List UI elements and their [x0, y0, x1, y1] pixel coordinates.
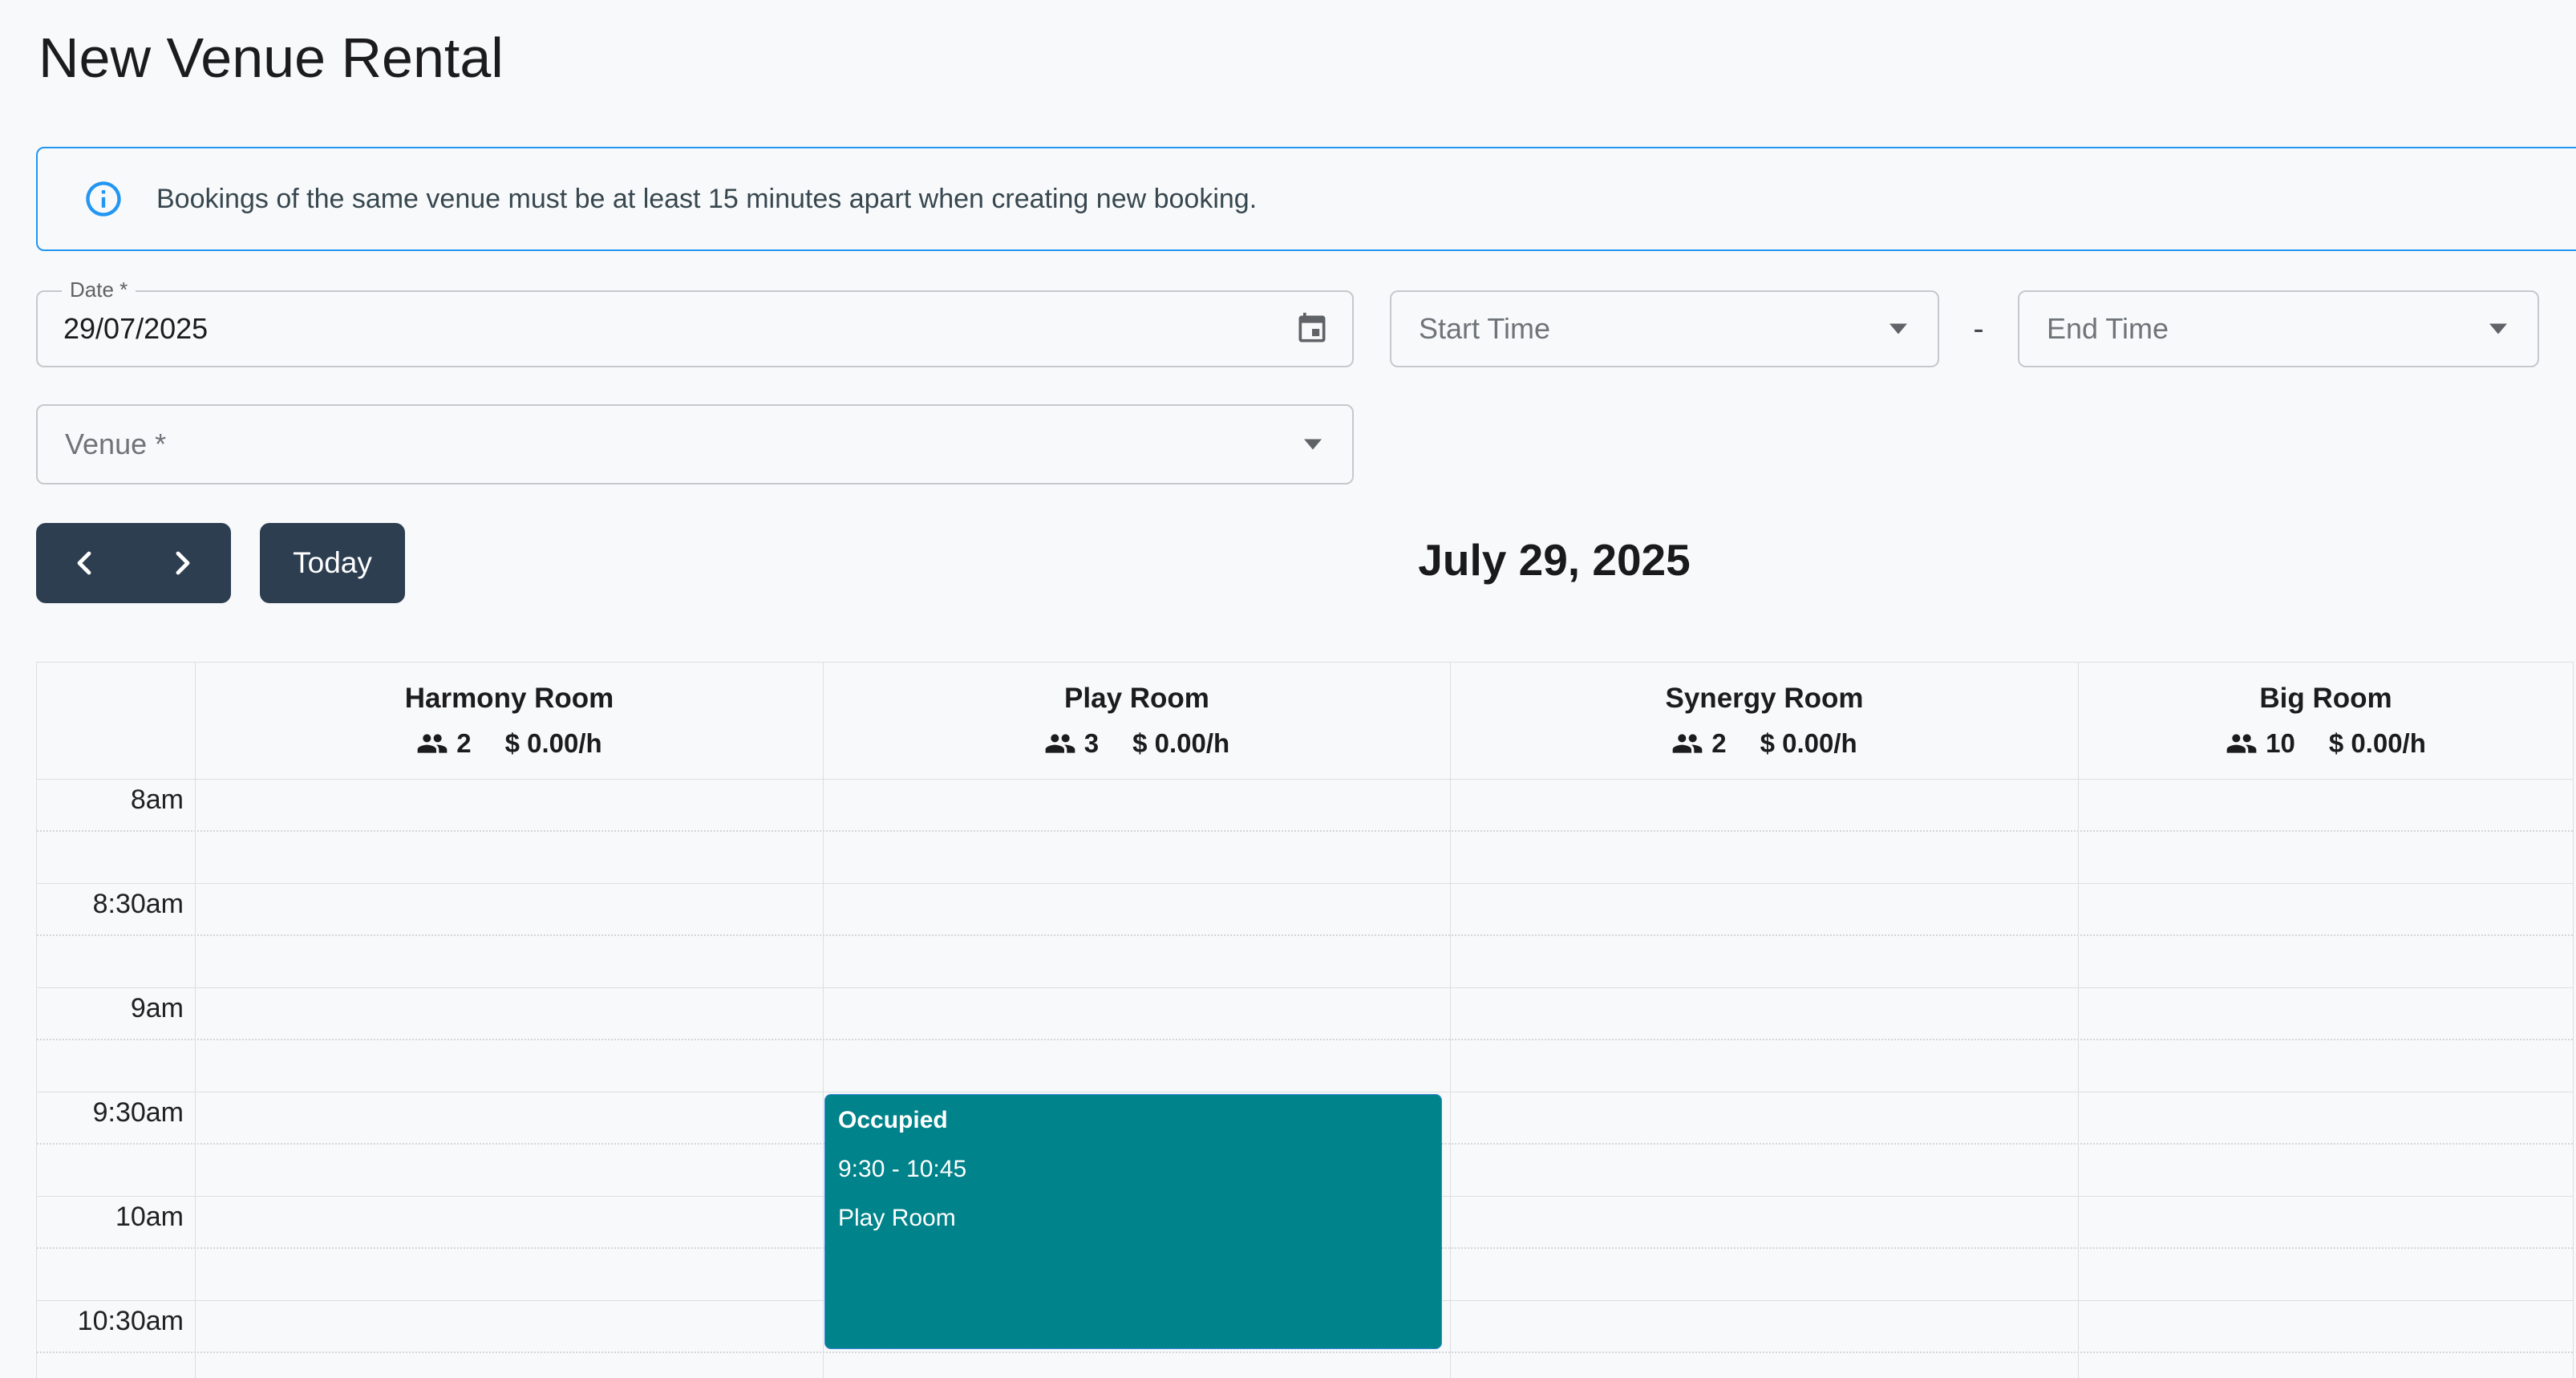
- time-label: 10:30am: [77, 1306, 184, 1336]
- timegrid-slot[interactable]: [37, 780, 2573, 884]
- room-capacity: 10: [2266, 728, 2295, 758]
- column-divider: [823, 780, 824, 1378]
- dropdown-arrow-icon: [2489, 323, 2507, 334]
- room-name: Synergy Room: [1665, 682, 1864, 714]
- column-divider: [195, 780, 196, 1378]
- booking-event-occupied[interactable]: Occupied 9:30 - 10:45 Play Room: [824, 1094, 1442, 1349]
- time-label: 8:30am: [92, 889, 184, 919]
- event-time: 9:30 - 10:45: [838, 1156, 967, 1182]
- time-label: 8am: [130, 784, 184, 815]
- column-divider: [2078, 780, 2079, 1378]
- banner-text: Bookings of the same venue must be at le…: [156, 183, 1258, 214]
- start-time-placeholder: Start Time: [1419, 312, 1551, 345]
- calendar-header-row: Harmony Room 2 $ 0.00/h Play Room 3 $ 0.…: [37, 663, 2573, 780]
- dropdown-arrow-icon: [1304, 439, 1322, 450]
- room-rate: $ 0.00/h: [2328, 728, 2426, 758]
- event-title: Occupied: [838, 1107, 948, 1133]
- event-venue: Play Room: [838, 1205, 956, 1231]
- room-rate: $ 0.00/h: [1760, 728, 1857, 758]
- column-header-harmony-room: Harmony Room 2 $ 0.00/h: [195, 663, 823, 779]
- timegrid-slot[interactable]: [37, 884, 2573, 988]
- time-gutter-header: [37, 663, 195, 779]
- timegrid-slot[interactable]: [37, 988, 2573, 1092]
- room-name: Harmony Room: [404, 682, 614, 714]
- calendar-icon[interactable]: [1294, 311, 1330, 347]
- venue-select[interactable]: Venue *: [36, 404, 1354, 484]
- people-icon: [1672, 733, 1703, 753]
- start-time-select[interactable]: Start Time: [1390, 290, 1939, 367]
- room-capacity: 3: [1083, 728, 1100, 758]
- date-field[interactable]: Date * 29/07/2025: [36, 278, 1354, 367]
- end-time-placeholder: End Time: [2047, 312, 2169, 345]
- column-header-play-room: Play Room 3 $ 0.00/h: [823, 663, 1450, 779]
- room-capacity: 2: [456, 728, 472, 758]
- column-header-synergy-room: Synergy Room 2 $ 0.00/h: [1450, 663, 2078, 779]
- time-label: 9:30am: [92, 1097, 184, 1128]
- column-header-big-room: Big Room 10 $ 0.00/h: [2078, 663, 2573, 779]
- people-icon: [2226, 733, 2257, 753]
- info-icon: [86, 181, 121, 217]
- time-range-separator: -: [1973, 310, 1984, 347]
- venue-calendar: Harmony Room 2 $ 0.00/h Play Room 3 $ 0.…: [36, 662, 2574, 1378]
- venue-placeholder: Venue *: [65, 428, 167, 460]
- room-capacity: 2: [1711, 728, 1727, 758]
- room-rate: $ 0.00/h: [1132, 728, 1230, 758]
- time-label: 10am: [115, 1202, 184, 1232]
- room-name: Play Room: [1064, 682, 1209, 714]
- people-icon: [1045, 733, 1075, 753]
- dropdown-arrow-icon: [1889, 323, 1907, 334]
- column-divider: [1450, 780, 1451, 1378]
- end-time-select[interactable]: End Time: [2018, 290, 2539, 367]
- page-title: New Venue Rental: [38, 26, 504, 89]
- info-banner: Bookings of the same venue must be at le…: [36, 147, 2576, 251]
- view-date-heading: July 29, 2025: [1418, 535, 1691, 585]
- date-field-value: 29/07/2025: [63, 312, 209, 345]
- date-field-label: Date *: [62, 278, 136, 302]
- people-icon: [417, 733, 448, 753]
- calendar-body[interactable]: 8am 8:30am 9am 9:30am 10am 10:30am Occup…: [37, 780, 2573, 1378]
- room-rate: $ 0.00/h: [504, 728, 602, 758]
- time-label: 9am: [130, 993, 184, 1023]
- room-name: Big Room: [2259, 682, 2392, 714]
